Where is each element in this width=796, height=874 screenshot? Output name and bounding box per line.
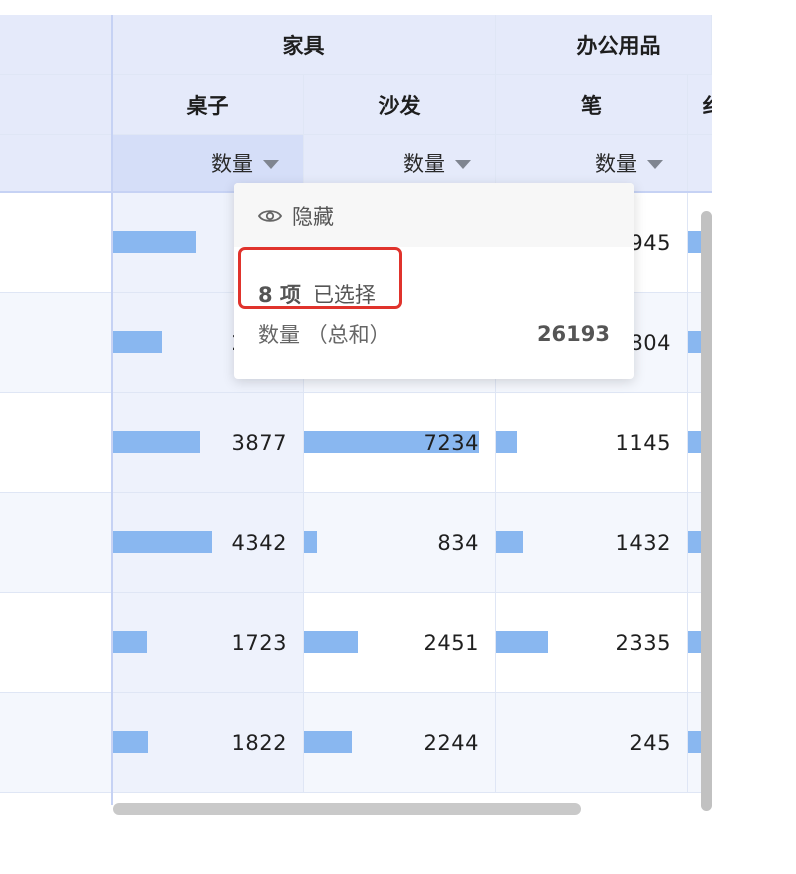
subcategory-label: 桌子 xyxy=(186,93,229,118)
sum-value: 26193 xyxy=(536,322,610,346)
table-cell[interactable]: 1822 xyxy=(112,693,304,793)
caret-down-icon[interactable] xyxy=(455,160,471,169)
table-cell[interactable]: 2335 xyxy=(496,593,688,693)
pivot-table: 家具 办公用品 桌子 沙发 笔 纟 数量 数量 数量 7381694523676… xyxy=(0,15,712,815)
data-bar xyxy=(112,331,162,353)
measure-label: 数量 xyxy=(403,152,445,176)
corner-header xyxy=(0,15,112,75)
cell-value: 7234 xyxy=(423,430,479,455)
group-header-label: 办公用品 xyxy=(576,33,661,58)
data-bar xyxy=(496,631,548,653)
measure-header-partial[interactable] xyxy=(688,135,712,192)
data-bar xyxy=(112,731,148,753)
group-header-label: 家具 xyxy=(282,33,325,58)
horizontal-scrollbar[interactable] xyxy=(113,803,581,815)
subcategory-label: 纟 xyxy=(688,75,712,134)
data-bar xyxy=(112,231,196,253)
cell-value: 1822 xyxy=(231,730,287,755)
row-header-cell[interactable] xyxy=(0,693,112,793)
sum-label: 数量 （总和） xyxy=(258,323,391,347)
subcategory-label: 笔 xyxy=(581,93,602,118)
vertical-scrollbar[interactable] xyxy=(701,211,712,811)
subcategory-label: 沙发 xyxy=(378,93,421,118)
data-bar xyxy=(112,531,212,553)
data-bar xyxy=(304,531,317,553)
data-bar xyxy=(496,431,517,453)
eye-icon xyxy=(258,210,282,222)
subcategory-header-sofa[interactable]: 沙发 xyxy=(304,75,496,135)
data-bar xyxy=(112,631,147,653)
row-header-cell[interactable] xyxy=(0,593,112,693)
data-bar xyxy=(304,631,358,653)
data-bar xyxy=(112,431,200,453)
subcategory-header-partial[interactable]: 纟 xyxy=(688,75,712,135)
table-cell[interactable]: 7234 xyxy=(304,393,496,493)
row-header-cell[interactable] xyxy=(0,493,112,593)
data-bar xyxy=(304,731,352,753)
data-bar xyxy=(496,531,523,553)
cell-value: 834 xyxy=(437,530,479,555)
row-header-cell[interactable] xyxy=(0,393,112,493)
table-cell[interactable]: 1723 xyxy=(112,593,304,693)
cell-value: 1432 xyxy=(615,530,671,555)
corner-header xyxy=(0,75,112,135)
table-cell[interactable]: 4342 xyxy=(112,493,304,593)
row-header-cell[interactable] xyxy=(0,193,112,293)
measure-label: 数量 xyxy=(211,152,253,176)
hide-menu-item[interactable]: 隐藏 xyxy=(234,183,634,247)
cell-value: 3877 xyxy=(231,430,287,455)
sum-summary: 数量 （总和） 26193 xyxy=(258,319,610,349)
table-cell[interactable]: 1432 xyxy=(496,493,688,593)
caret-down-icon[interactable] xyxy=(263,160,279,169)
table-cell[interactable]: 1145 xyxy=(496,393,688,493)
group-header-office[interactable]: 办公用品 xyxy=(496,15,712,75)
cell-value: 2335 xyxy=(615,630,671,655)
cell-value: 1145 xyxy=(615,430,671,455)
cell-value: 945 xyxy=(629,230,671,255)
subcategory-header-pen[interactable]: 笔 xyxy=(496,75,688,135)
cell-value: 1723 xyxy=(231,630,287,655)
cell-value: 245 xyxy=(629,730,671,755)
subcategory-header-desk[interactable]: 桌子 xyxy=(112,75,304,135)
cell-value: 2451 xyxy=(423,630,479,655)
table-cell[interactable]: 2244 xyxy=(304,693,496,793)
caret-down-icon[interactable] xyxy=(647,160,663,169)
group-header-furniture[interactable]: 家具 xyxy=(112,15,496,75)
hide-label: 隐藏 xyxy=(292,205,334,229)
cell-value: 4342 xyxy=(231,530,287,555)
row-header-cell[interactable] xyxy=(0,293,112,393)
highlight-annotation xyxy=(238,247,402,309)
table-cell[interactable]: 245 xyxy=(496,693,688,793)
frozen-column-divider xyxy=(111,15,113,805)
cell-value: 2244 xyxy=(423,730,479,755)
corner-header xyxy=(0,135,112,192)
table-cell[interactable]: 834 xyxy=(304,493,496,593)
table-cell[interactable]: 3877 xyxy=(112,393,304,493)
measure-label: 数量 xyxy=(595,152,637,176)
table-cell[interactable]: 2451 xyxy=(304,593,496,693)
